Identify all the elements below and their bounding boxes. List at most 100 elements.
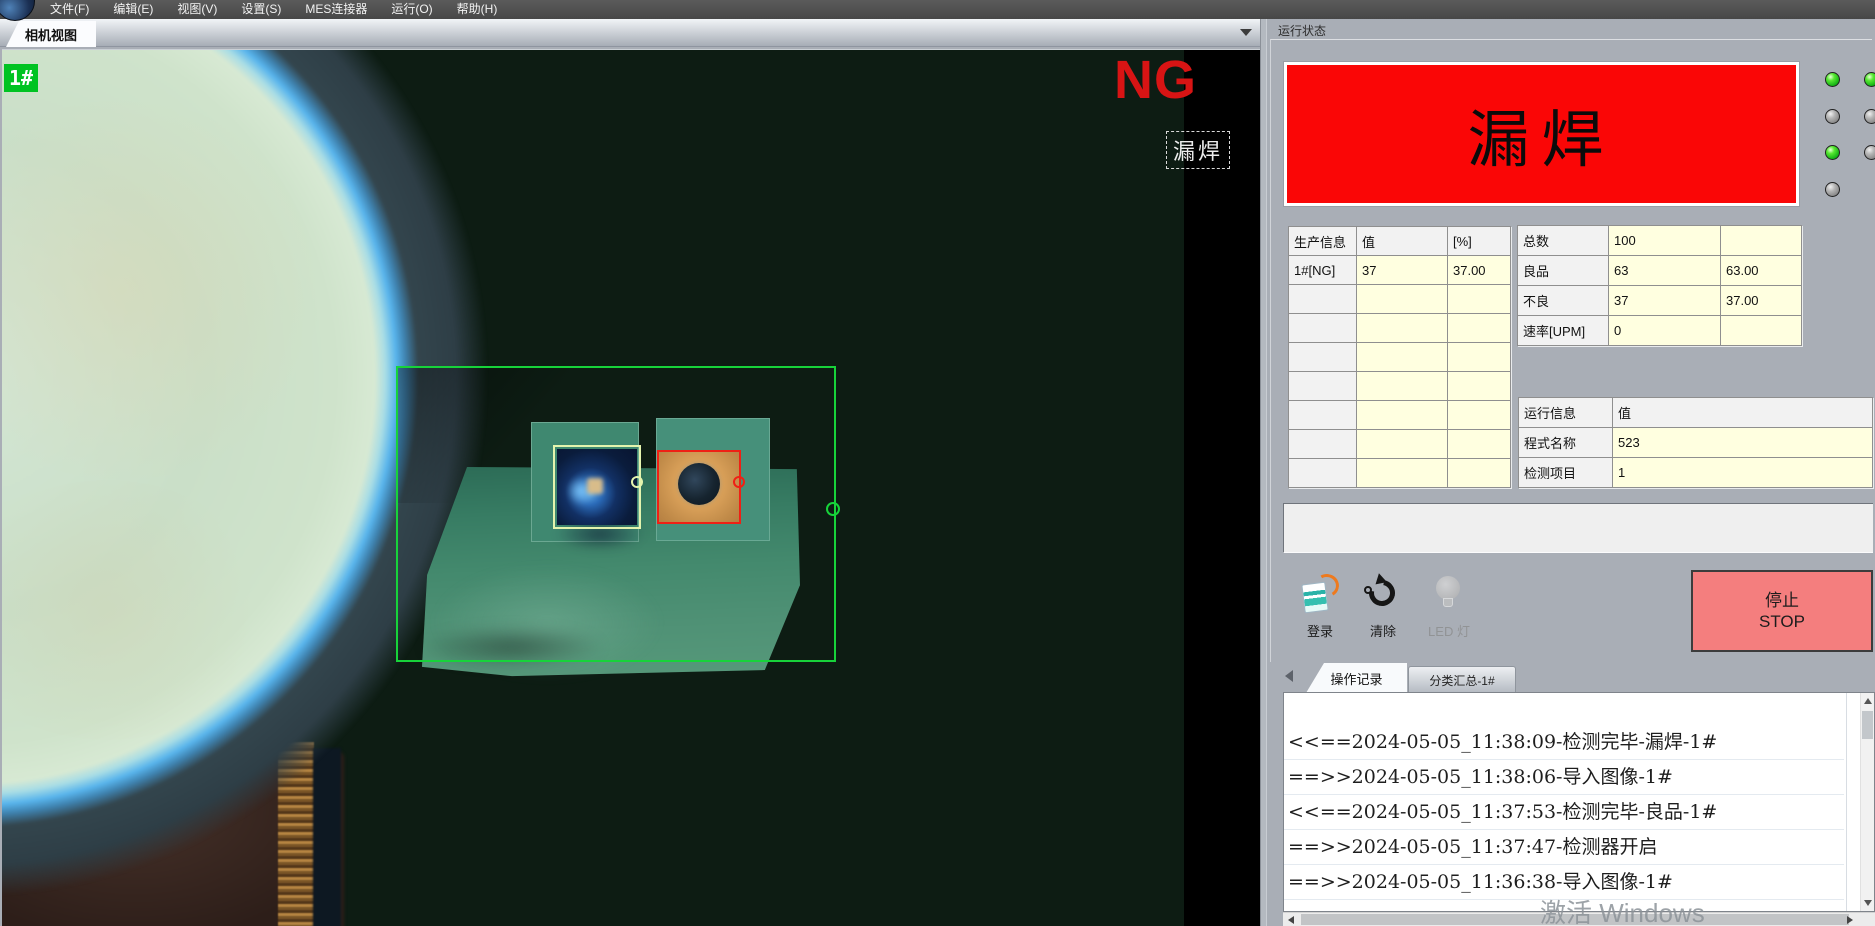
table-cell: 63 bbox=[1609, 256, 1720, 285]
row-label: 程式名称 bbox=[1519, 428, 1612, 457]
bulb-icon bbox=[1429, 574, 1469, 616]
table-cell: 37.00 bbox=[1448, 256, 1510, 284]
clear-refresh-icon bbox=[1363, 574, 1403, 616]
menu-bar: 文件(F) 编辑(E) 视图(V) 设置(S) MES连接器 运行(O) 帮助(… bbox=[0, 0, 1875, 19]
camera-tab-strip bbox=[0, 19, 1262, 47]
column-header: 值 bbox=[1357, 227, 1447, 255]
menu-edit[interactable]: 编辑(E) bbox=[101, 0, 165, 19]
menu-mes-connector[interactable]: MES连接器 bbox=[293, 0, 379, 19]
log-entry[interactable]: ==>>2024-05-05_11:38:06-导入图像-1# bbox=[1284, 760, 1844, 795]
table-cell bbox=[1448, 430, 1510, 458]
windows-activation-watermark: 激活 Windows bbox=[1540, 893, 1705, 926]
result-ng-label: NG bbox=[1114, 52, 1197, 109]
table-cell bbox=[1448, 285, 1510, 313]
login-button-label: 登录 bbox=[1307, 621, 1333, 640]
totals-table: 总数 100 良品 63 63.00 不良 37 37.00 速率[UPM] 0 bbox=[1517, 225, 1802, 346]
log-entry[interactable]: <<==2024-05-05_11:37:53-检测完毕-良品-1# bbox=[1284, 795, 1844, 830]
row-label: 检测项目 bbox=[1519, 458, 1612, 487]
column-header: 生产信息 bbox=[1289, 227, 1356, 255]
status-banner: 漏焊 bbox=[1287, 65, 1796, 203]
run-status-panel: 运行状态 漏焊 生产信息 值 [%] 1#[NG] 37 37.00 bbox=[1267, 19, 1875, 926]
table-cell bbox=[1357, 285, 1447, 313]
table-cell: 1#[NG] bbox=[1289, 256, 1356, 284]
table-cell: 37 bbox=[1609, 286, 1720, 315]
log-entry[interactable]: <<==2024-05-05_11:38:09-检测完毕-漏焊-1# bbox=[1284, 725, 1844, 760]
table-cell bbox=[1289, 372, 1356, 400]
row-label: 良品 bbox=[1518, 256, 1608, 285]
menu-settings[interactable]: 设置(S) bbox=[229, 0, 293, 19]
table-cell bbox=[1357, 430, 1447, 458]
clear-button-label: 清除 bbox=[1370, 621, 1396, 640]
menu-view[interactable]: 视图(V) bbox=[165, 0, 229, 19]
stop-button-label-cn: 停止 bbox=[1765, 590, 1799, 611]
scroll-up-icon[interactable] bbox=[1864, 698, 1872, 704]
table-cell bbox=[1721, 226, 1801, 255]
tab-operation-log[interactable]: 操作记录 bbox=[1306, 663, 1407, 693]
status-banner-frame: 漏焊 bbox=[1283, 61, 1800, 207]
copper-strip-edge bbox=[313, 748, 341, 926]
menu-file[interactable]: 文件(F) bbox=[38, 0, 101, 19]
table-cell bbox=[1357, 314, 1447, 342]
production-info-table: 生产信息 值 [%] 1#[NG] 37 37.00 bbox=[1288, 226, 1511, 488]
table-cell bbox=[1448, 401, 1510, 429]
table-cell bbox=[1357, 372, 1447, 400]
led-light-button[interactable]: LED 灯 bbox=[1419, 574, 1479, 640]
row-label: 速率[UPM] bbox=[1518, 316, 1608, 345]
table-cell bbox=[1289, 314, 1356, 342]
led-indicator bbox=[1825, 109, 1840, 124]
row-label: 不良 bbox=[1518, 286, 1608, 315]
log-entry[interactable]: ==>>2024-05-05_11:37:47-检测器开启 bbox=[1284, 830, 1844, 865]
scroll-down-icon[interactable] bbox=[1864, 900, 1872, 906]
table-cell bbox=[1721, 316, 1801, 345]
message-box[interactable] bbox=[1283, 503, 1873, 553]
menu-help[interactable]: 帮助(H) bbox=[445, 0, 510, 19]
table-cell bbox=[1289, 459, 1356, 487]
scroll-left-icon[interactable] bbox=[1288, 916, 1294, 924]
table-cell: 63.00 bbox=[1721, 256, 1801, 285]
log-vertical-scrollbar[interactable] bbox=[1860, 693, 1874, 911]
menu-run[interactable]: 运行(O) bbox=[379, 0, 444, 19]
led-indicator bbox=[1864, 145, 1875, 160]
roi-notch bbox=[826, 502, 840, 516]
chevron-down-icon[interactable] bbox=[1240, 29, 1252, 36]
camera-id-badge: 1# bbox=[4, 64, 38, 92]
table-cell bbox=[1448, 343, 1510, 371]
stop-button[interactable]: 停止 STOP bbox=[1691, 570, 1873, 652]
login-badge-icon bbox=[1300, 574, 1340, 616]
scroll-right-icon[interactable] bbox=[1847, 916, 1853, 924]
led-indicator bbox=[1825, 182, 1840, 197]
column-header: 运行信息 bbox=[1519, 398, 1612, 427]
table-cell bbox=[1448, 372, 1510, 400]
table-cell: 0 bbox=[1609, 316, 1720, 345]
login-button[interactable]: 登录 bbox=[1291, 574, 1349, 640]
tab-scroll-left-icon[interactable] bbox=[1285, 670, 1293, 682]
led-indicator bbox=[1864, 109, 1875, 124]
table-cell: 523 bbox=[1613, 428, 1872, 457]
tab-category-summary[interactable]: 分类汇总-1# bbox=[1408, 666, 1516, 693]
led-indicator bbox=[1864, 72, 1875, 87]
scrollbar-thumb[interactable] bbox=[1862, 711, 1873, 739]
table-cell: 1 bbox=[1613, 458, 1872, 487]
panel-title: 运行状态 bbox=[1278, 22, 1326, 39]
tab-camera-view[interactable]: 相机视图 bbox=[6, 21, 96, 47]
run-info-table: 运行信息 值 程式名称 523 检测项目 1 bbox=[1518, 397, 1873, 488]
panel-divider[interactable] bbox=[1260, 19, 1267, 926]
table-cell: 37 bbox=[1357, 256, 1447, 284]
table-cell bbox=[1448, 314, 1510, 342]
table-cell bbox=[1289, 401, 1356, 429]
led-indicator bbox=[1825, 72, 1840, 87]
table-cell: 100 bbox=[1609, 226, 1720, 255]
row-label: 总数 bbox=[1518, 226, 1608, 255]
table-cell bbox=[1289, 285, 1356, 313]
roi-rectangle bbox=[396, 366, 836, 662]
column-header: 值 bbox=[1613, 398, 1872, 427]
led-light-button-label: LED 灯 bbox=[1428, 621, 1470, 640]
column-header: [%] bbox=[1448, 227, 1510, 255]
camera-letterbox bbox=[1184, 50, 1260, 926]
clear-button[interactable]: 清除 bbox=[1357, 574, 1409, 640]
table-cell bbox=[1289, 343, 1356, 371]
log-column-divider bbox=[1846, 693, 1847, 911]
table-cell bbox=[1357, 343, 1447, 371]
table-cell bbox=[1357, 459, 1447, 487]
table-cell: 37.00 bbox=[1721, 286, 1801, 315]
